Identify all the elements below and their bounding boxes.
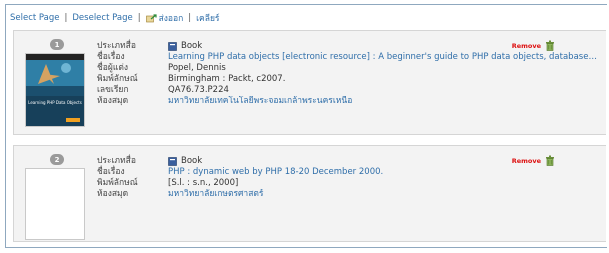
- remove-button[interactable]: Remove: [512, 155, 555, 166]
- deselect-page-link[interactable]: Deselect Page: [72, 13, 132, 23]
- select-page-link[interactable]: Select Page: [10, 13, 60, 23]
- book-cover-image[interactable]: Learning PHP Data Objects: [25, 53, 85, 127]
- remove-label: Remove: [511, 156, 541, 165]
- media-type-value: Book: [181, 156, 203, 166]
- author-value: Popel, Dennis: [168, 63, 226, 73]
- imprint-value: [S.l. : s.n., 2000]: [168, 178, 239, 188]
- book-icon: [168, 42, 177, 51]
- export-link[interactable]: ส่งออก: [159, 11, 184, 25]
- label-imprint: พิมพ์ลักษณ์: [97, 178, 138, 188]
- cover-title: Learning PHP Data Objects: [28, 100, 82, 105]
- remove-button[interactable]: Remove: [512, 40, 555, 51]
- record-number-badge: 2: [50, 154, 64, 165]
- remove-label: Remove: [511, 41, 541, 50]
- field-labels: ประเภทสื่อ ชื่อเรื่อง พิมพ์ลักษณ์ ห้องสม…: [97, 156, 138, 200]
- export-icon: [145, 13, 157, 22]
- book-cover-placeholder[interactable]: [25, 168, 85, 240]
- field-labels: ประเภทสื่อ ชื่อเรื่อง ชื่อผู้แต่ง พิมพ์ล…: [97, 41, 138, 107]
- record-number-badge: 1: [50, 39, 64, 50]
- record-item: 1 Learning PHP Data Objects ประเภทสื่อ ช…: [13, 30, 606, 135]
- label-library: ห้องสมุด: [97, 189, 129, 199]
- trash-icon: [546, 155, 554, 166]
- label-call-number: เลขเรียก: [97, 85, 129, 95]
- separator: |: [188, 13, 192, 23]
- label-author: ชื่อผู้แต่ง: [97, 63, 129, 73]
- title-link[interactable]: PHP : dynamic web by PHP 18-20 December …: [168, 167, 598, 178]
- separator: |: [137, 13, 141, 23]
- title-link[interactable]: Learning PHP data objects [electronic re…: [168, 52, 598, 63]
- library-link[interactable]: มหาวิทยาลัยเกษตรศาสตร์: [168, 189, 598, 200]
- label-imprint: พิมพ์ลักษณ์: [97, 74, 138, 84]
- label-library: ห้องสมุด: [97, 96, 129, 106]
- media-type-value: Book: [181, 41, 203, 51]
- label-media-type: ประเภทสื่อ: [97, 156, 136, 166]
- label-title: ชื่อเรื่อง: [97, 52, 125, 62]
- selection-toolbar: Select Page | Deselect Page | ส่งออก | เ…: [10, 12, 220, 24]
- record-item: 2 ประเภทสื่อ ชื่อเรื่อง พิมพ์ลักษณ์ ห้อง…: [13, 145, 606, 242]
- separator: |: [64, 13, 68, 23]
- book-cover-art: Learning PHP Data Objects: [26, 54, 84, 126]
- call-number-value: QA76.73.P224: [168, 85, 229, 95]
- library-link[interactable]: มหาวิทยาลัยเทคโนโลยีพระจอมเกล้าพระนครเหน…: [168, 96, 598, 107]
- imprint-value: Birmingham : Packt, c2007.: [168, 74, 286, 84]
- book-icon: [168, 157, 177, 166]
- label-media-type: ประเภทสื่อ: [97, 41, 136, 51]
- label-title: ชื่อเรื่อง: [97, 167, 125, 177]
- clear-link[interactable]: เคลียร์: [196, 11, 219, 25]
- trash-icon: [546, 40, 554, 51]
